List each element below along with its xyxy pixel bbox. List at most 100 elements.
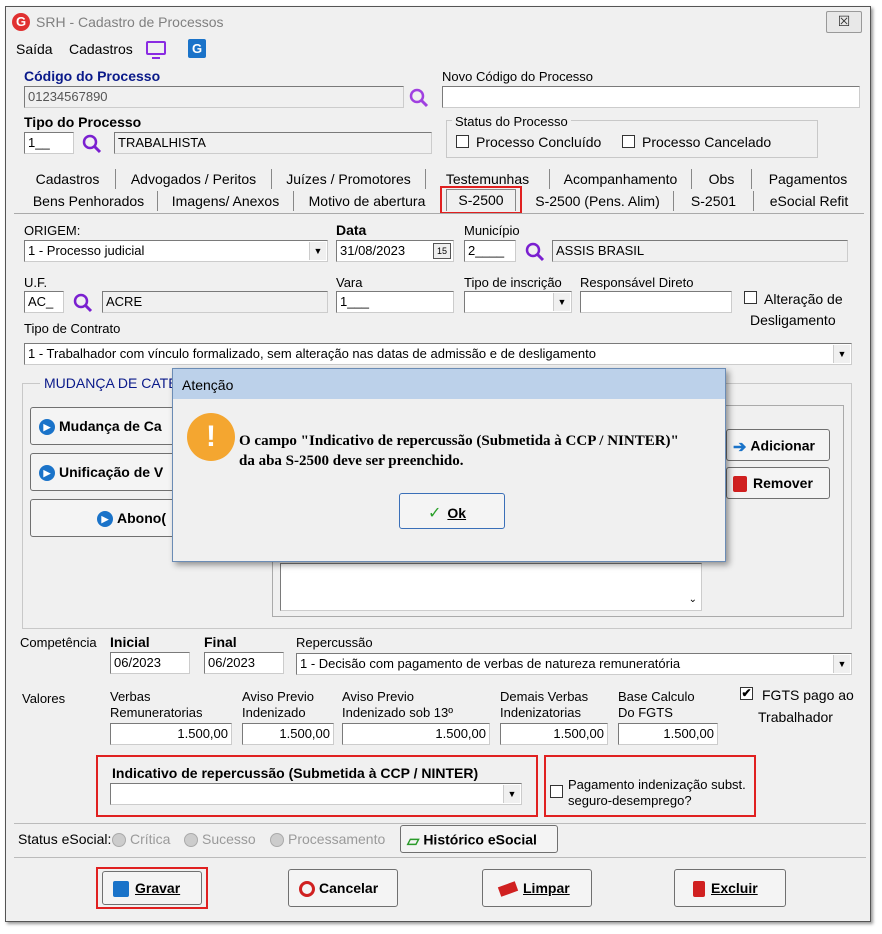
novo-codigo-label: Novo Código do Processo: [442, 69, 594, 84]
indicativo-select[interactable]: ▼: [110, 783, 522, 805]
cancelar-button[interactable]: Cancelar: [288, 869, 398, 907]
competencia-inicial-input[interactable]: 06/2023: [110, 652, 190, 674]
trash-icon: [733, 476, 747, 493]
adicionar-button[interactable]: ➔ Adicionar: [726, 429, 830, 461]
ok-button[interactable]: ✓ Ok: [399, 493, 505, 529]
municipio-code-input[interactable]: 2____: [464, 240, 516, 262]
dialog-message-line2: da aba S-2500 deve ser preenchido.: [239, 453, 464, 469]
processo-concluido-checkbox[interactable]: [456, 135, 469, 148]
valores-label: Valores: [22, 691, 66, 706]
tab-s-2500-pens-alim[interactable]: S-2500 (Pens. Alim): [522, 191, 674, 211]
buttons-divider: [14, 857, 866, 858]
tab-esocial-refit[interactable]: eSocial Refit: [754, 191, 864, 211]
dialog-title: Atenção: [173, 369, 725, 399]
warning-icon: !: [187, 413, 235, 461]
menu-cadastros[interactable]: Cadastros: [69, 41, 133, 57]
origem-select[interactable]: 1 - Processo judicial ▼: [24, 240, 328, 262]
ok-label: Ok: [447, 505, 467, 521]
repercussao-label: Repercussão: [296, 635, 373, 650]
search-icon[interactable]: [408, 87, 430, 109]
unificacao-button[interactable]: ▶ Unificação de V: [30, 453, 178, 491]
novo-codigo-input[interactable]: [442, 86, 860, 108]
vara-input[interactable]: 1___: [336, 291, 454, 313]
codigo-input[interactable]: 01234567890: [24, 86, 404, 108]
tipo-inscricao-select[interactable]: ▼: [464, 291, 572, 313]
abono-button[interactable]: ▶ Abono(: [30, 499, 178, 537]
search-icon[interactable]: [72, 292, 94, 314]
chevron-down-icon[interactable]: ▼: [503, 785, 520, 803]
adicionar-label: Adicionar: [750, 437, 815, 454]
excluir-label: Excluir: [711, 880, 758, 896]
tab-juizes-promotores[interactable]: Juízes / Promotores: [272, 169, 426, 189]
processo-concluido-label: Processo Concluído: [476, 134, 602, 150]
municipio-name-input: ASSIS BRASIL: [552, 240, 848, 262]
fgts-pago-checkbox[interactable]: ✔: [740, 687, 753, 700]
chevron-down-icon[interactable]: ▼: [309, 242, 326, 260]
radio-processamento[interactable]: Processamento: [270, 831, 386, 848]
tab-obs[interactable]: Obs: [692, 169, 752, 189]
processamento-label: Processamento: [288, 831, 386, 847]
mudanca-categoria-button[interactable]: ▶ Mudança de Ca: [30, 407, 178, 445]
responsavel-label: Responsável Direto: [580, 275, 694, 290]
fgts-label-2: Trabalhador: [758, 709, 833, 725]
aviso-input[interactable]: 1.500,00: [242, 723, 334, 745]
status-esocial-label: Status eSocial:: [18, 831, 112, 847]
g-app-icon[interactable]: G: [188, 39, 206, 58]
chevron-down-icon[interactable]: ▼: [833, 345, 850, 363]
uf-label: U.F.: [24, 275, 48, 290]
status-divider: [14, 823, 866, 824]
chevron-down-icon[interactable]: ⌄: [689, 591, 697, 608]
chevron-down-icon[interactable]: ▼: [833, 655, 850, 673]
alteracao-desligamento-checkbox[interactable]: [744, 291, 757, 304]
pagamento-indenizacao-checkbox[interactable]: [550, 785, 563, 798]
tab-acompanhamento[interactable]: Acompanhamento: [550, 169, 692, 189]
tab-pagamentos[interactable]: Pagamentos: [752, 169, 864, 189]
arrow-right-icon: ➔: [733, 439, 747, 456]
verbas-input[interactable]: 1.500,00: [110, 723, 232, 745]
radio-critica-icon: [112, 833, 126, 848]
monitor-icon[interactable]: [146, 41, 166, 59]
radio-critica[interactable]: Crítica: [112, 831, 170, 848]
aviso13-input[interactable]: 1.500,00: [342, 723, 490, 745]
limpar-label: Limpar: [523, 880, 570, 896]
aviso13-label-1: Aviso Previo: [342, 689, 415, 704]
gravar-button[interactable]: Gravar: [102, 871, 202, 905]
tab-advogados-peritos[interactable]: Advogados / Peritos: [116, 169, 272, 189]
limpar-button[interactable]: Limpar: [482, 869, 592, 907]
origem-value: 1 - Processo judicial: [28, 243, 145, 258]
tipo-contrato-select[interactable]: 1 - Trabalhador com vínculo formalizado,…: [24, 343, 852, 365]
tipo-processo-code-input[interactable]: 1__: [24, 132, 74, 154]
menu-saida[interactable]: Saída: [16, 41, 53, 57]
radio-sucesso[interactable]: Sucesso: [184, 831, 256, 848]
play-icon: ▶: [39, 465, 55, 482]
search-icon[interactable]: [81, 133, 103, 155]
close-button[interactable]: ☒: [826, 11, 862, 33]
data-input[interactable]: 31/08/2023 15: [336, 240, 454, 262]
processo-cancelado-checkbox[interactable]: [622, 135, 635, 148]
trash-icon: [693, 881, 705, 898]
tab-cadastros[interactable]: Cadastros: [20, 169, 116, 189]
base-label-1: Base Calculo: [618, 689, 695, 704]
tab-bens-penhorados[interactable]: Bens Penhorados: [20, 191, 158, 211]
chevron-down-icon[interactable]: ▼: [553, 293, 570, 311]
competencia-final-input[interactable]: 06/2023: [204, 652, 284, 674]
remover-button[interactable]: Remover: [726, 467, 830, 499]
tab-s-2501[interactable]: S-2501: [674, 191, 754, 211]
search-icon[interactable]: [524, 241, 546, 263]
responsavel-input[interactable]: [580, 291, 732, 313]
play-icon: ▶: [97, 511, 113, 528]
tab-motivo-abertura[interactable]: Motivo de abertura: [294, 191, 440, 211]
document-icon: ▱: [407, 833, 420, 850]
excluir-button[interactable]: Excluir: [674, 869, 786, 907]
title-bar: G SRH - Cadastro de Processos ☒: [6, 7, 870, 37]
repercussao-select[interactable]: 1 - Decisão com pagamento de verbas de n…: [296, 653, 852, 675]
historico-esocial-button[interactable]: ▱ Histórico eSocial: [400, 825, 558, 853]
dialog-message-line1: O campo "Indicativo de repercussão (Subm…: [239, 433, 679, 449]
tab-imagens-anexos[interactable]: Imagens/ Anexos: [158, 191, 294, 211]
calendar-icon[interactable]: 15: [433, 243, 451, 259]
highlight-s-2500-tab: [440, 186, 522, 214]
base-fgts-input[interactable]: 1.500,00: [618, 723, 718, 745]
uf-code-input[interactable]: AC_: [24, 291, 64, 313]
demais-input[interactable]: 1.500,00: [500, 723, 608, 745]
mudanca-list[interactable]: ⌄: [280, 563, 702, 611]
